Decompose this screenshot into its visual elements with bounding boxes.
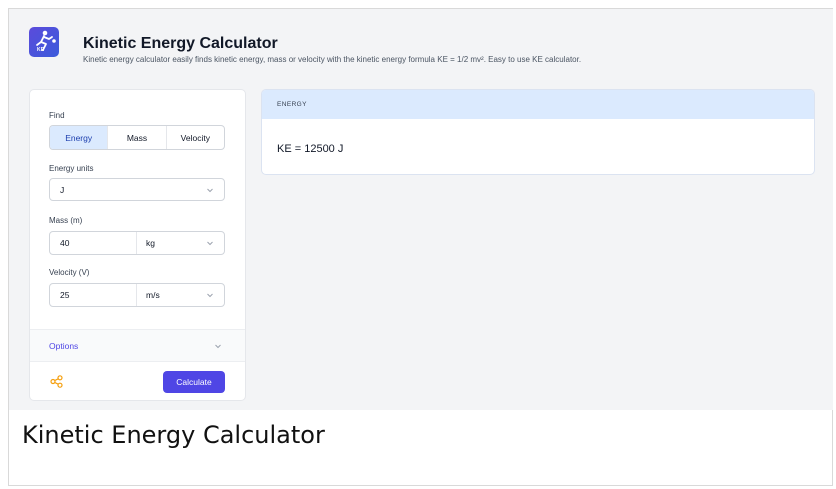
energy-units-value: J bbox=[60, 184, 65, 195]
find-option-energy[interactable]: Energy bbox=[50, 126, 109, 149]
options-label: Options bbox=[49, 341, 79, 351]
mass-unit-select[interactable]: kg bbox=[137, 232, 224, 254]
options-divider-bottom bbox=[30, 361, 245, 362]
chevron-down-icon bbox=[207, 188, 213, 193]
page-caption: Kinetic Energy Calculator bbox=[22, 421, 325, 449]
mass-input[interactable]: 40 bbox=[50, 232, 137, 254]
velocity-label: Velocity (V) bbox=[49, 268, 90, 277]
mass-unit-value: kg bbox=[146, 238, 155, 248]
result-panel: ENERGY KE = 12500 J bbox=[261, 89, 815, 175]
find-option-mass[interactable]: Mass bbox=[108, 126, 167, 149]
mass-field-group: 40 kg bbox=[49, 231, 225, 255]
result-header: ENERGY bbox=[262, 90, 814, 119]
velocity-unit-value: m/s bbox=[146, 290, 160, 300]
find-label: Find bbox=[49, 111, 65, 120]
chevron-down-icon bbox=[207, 293, 213, 298]
chevron-down-icon bbox=[215, 344, 221, 349]
result-value: KE = 12500 J bbox=[277, 143, 344, 155]
energy-units-label: Energy units bbox=[49, 164, 94, 173]
find-option-velocity[interactable]: Velocity bbox=[167, 126, 224, 149]
app-icon: KE bbox=[29, 27, 59, 57]
page-title: Kinetic Energy Calculator bbox=[83, 35, 278, 52]
velocity-input[interactable]: 25 bbox=[50, 284, 137, 306]
page-subtitle: Kinetic energy calculator easily finds k… bbox=[83, 55, 582, 64]
velocity-unit-select[interactable]: m/s bbox=[137, 284, 224, 306]
options-toggle[interactable]: Options bbox=[30, 330, 245, 361]
mass-label: Mass (m) bbox=[49, 216, 83, 225]
app-icon-tag: KE bbox=[37, 47, 45, 53]
chevron-down-icon bbox=[207, 241, 213, 246]
share-icon[interactable] bbox=[50, 375, 63, 388]
energy-units-select[interactable]: J bbox=[49, 178, 225, 201]
velocity-field-group: 25 m/s bbox=[49, 283, 225, 307]
calculate-button[interactable]: Calculate bbox=[163, 371, 225, 393]
find-segmented-control: Energy Mass Velocity bbox=[49, 125, 225, 150]
